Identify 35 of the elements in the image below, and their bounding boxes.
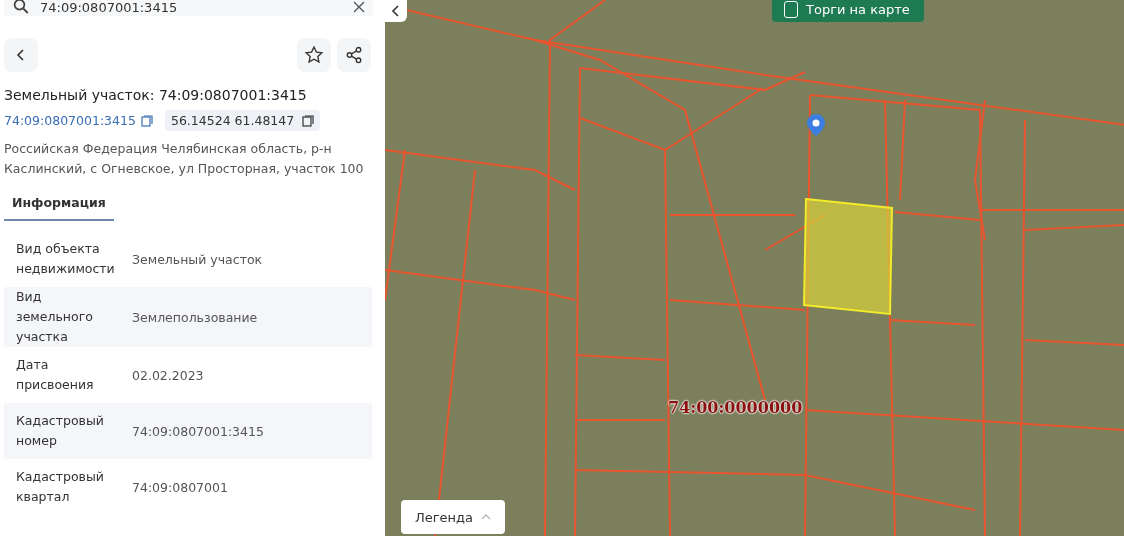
close-icon[interactable] [353, 1, 365, 13]
location-pin-icon [806, 113, 826, 137]
field-value: Земельный участок [132, 251, 263, 267]
search-field[interactable]: 74:09:0807001:3415 [4, 0, 373, 16]
field-value: 74:09:0807001:3415 [132, 423, 264, 439]
star-icon [304, 45, 324, 65]
favorite-button[interactable] [297, 38, 331, 72]
checkbox[interactable] [784, 0, 798, 18]
cadastral-quarter-label: 74:00:0000000 [668, 398, 803, 417]
field-label: Кадастровый номер [16, 412, 105, 450]
selected-parcel[interactable] [803, 198, 895, 316]
search-icon [12, 0, 30, 16]
cadastral-number-link[interactable]: 74:09:0807001:3415 [4, 113, 136, 128]
field-label: Кадастровый квартал [16, 468, 105, 506]
chevron-left-icon [391, 5, 401, 17]
tab[interactable]: Информация [4, 189, 114, 221]
legend-button[interactable]: Легенда [401, 500, 506, 534]
copy-icon[interactable] [140, 114, 153, 127]
field-value: 02.02.2023 [132, 367, 204, 383]
collapse-panel-button[interactable] [385, 0, 407, 22]
copy-icon [302, 114, 315, 127]
parcel-title: Земельный участок: 74:09:0807001:3415 [3, 86, 308, 103]
search-input[interactable]: 74:09:0807001:3415 [40, 0, 343, 16]
coordinates-chip[interactable]: 56.14524 61.48147 [164, 110, 321, 131]
share-button[interactable] [337, 38, 371, 72]
address-text: Российская Федерация Челябинская область, р-н Каслинский, с Огневское, ул Просторная, участок 100 [3, 140, 365, 178]
satellite-map[interactable]: Торги на карте 74:00:0000000 Легенда [385, 0, 1124, 536]
auctions-toggle-button[interactable]: Торги на карте [772, 0, 924, 22]
field-label: Дата присвоения [16, 356, 95, 394]
field-label: Вид земельного участка [16, 288, 94, 346]
share-icon [345, 46, 363, 64]
field-value: 74:09:0807001 [132, 479, 228, 495]
field-label: Вид объекта недвижимости [16, 240, 116, 278]
field-value: Землепользование [132, 309, 258, 325]
back-button[interactable] [4, 38, 38, 72]
